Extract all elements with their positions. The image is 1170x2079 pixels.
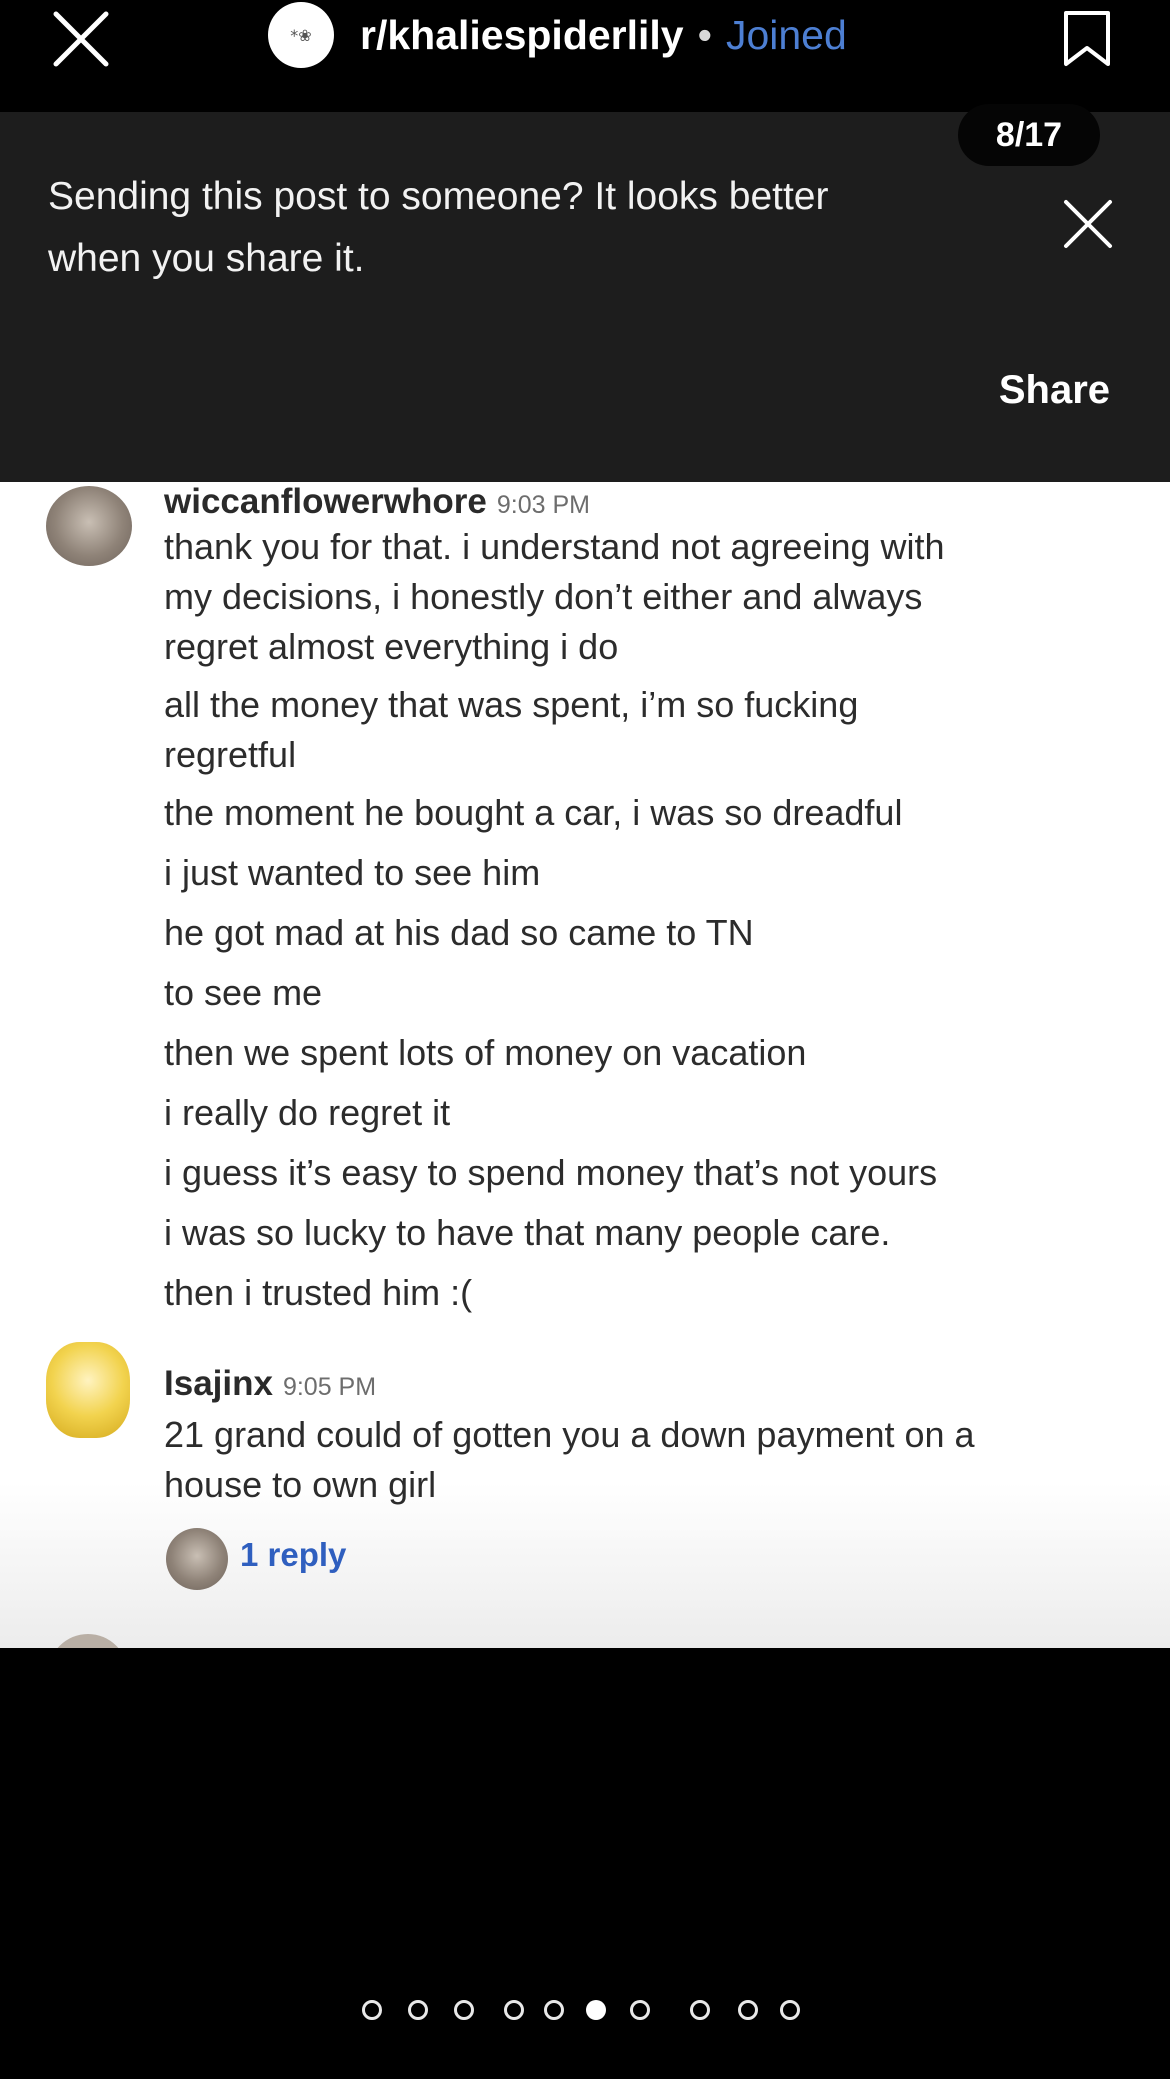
- avatar: [46, 1342, 130, 1438]
- comment-line: i really do regret it: [164, 1092, 451, 1133]
- image-counter: 8/17: [958, 104, 1100, 166]
- carousel-dot: [504, 2000, 524, 2020]
- carousel-indicator[interactable]: [0, 1994, 1170, 2024]
- comment-author: Isajinx 9:05 PM: [164, 1364, 376, 1404]
- comment-line: house to own girl: [164, 1464, 437, 1505]
- comment-username: wiccanflowerwhore: [164, 482, 487, 521]
- joined-status[interactable]: Joined: [726, 12, 847, 59]
- comment-line: thank you for that. i understand not agr…: [164, 526, 945, 567]
- subreddit-avatar[interactable]: *❀: [268, 2, 334, 68]
- comment-line: then we spent lots of money on vacation: [164, 1032, 807, 1073]
- subreddit-name[interactable]: r/khaliespiderlily: [360, 12, 684, 59]
- comment-line: the moment he bought a car, i was so dre…: [164, 792, 903, 833]
- comment-timestamp: 9:03 PM: [496, 491, 590, 519]
- avatar: [166, 1528, 228, 1590]
- comment-line: then i trusted him :(: [164, 1272, 473, 1313]
- comment-line: 21 grand could of gotten you a down paym…: [164, 1414, 975, 1455]
- comment-username: Isajinx: [164, 1364, 273, 1403]
- subreddit-avatar-glyphs: *❀: [290, 25, 312, 45]
- carousel-dot-active: [586, 2000, 606, 2020]
- dismiss-banner-icon[interactable]: [1060, 196, 1116, 252]
- carousel-dot: [362, 2000, 382, 2020]
- comment-line: my decisions, i honestly don’t either an…: [164, 576, 923, 617]
- close-icon[interactable]: [50, 8, 112, 70]
- comment-line: all the money that was spent, i’m so fuc…: [164, 684, 859, 725]
- post-image: wiccanflowerwhore 9:03 PM thank you for t…: [0, 482, 1170, 1648]
- carousel-dot: [738, 2000, 758, 2020]
- separator-dot: •: [697, 11, 712, 58]
- comment-line: i was so lucky to have that many people …: [164, 1212, 891, 1253]
- share-banner-message: Sending this post to someone? It looks b…: [48, 175, 829, 280]
- bookmark-icon[interactable]: [1062, 10, 1112, 68]
- avatar: [46, 486, 132, 566]
- comment-line: i guess it’s easy to spend money that’s …: [164, 1152, 938, 1193]
- carousel-dot: [780, 2000, 800, 2020]
- view-replies-link: 1 reply: [240, 1536, 347, 1573]
- subreddit-header[interactable]: *❀ r/khaliespiderlily • Joined: [268, 2, 847, 68]
- comment-line: regretful: [164, 734, 297, 775]
- comment-line: regret almost everything i do: [164, 626, 619, 667]
- share-button[interactable]: Share: [960, 362, 1110, 418]
- carousel-dot: [690, 2000, 710, 2020]
- comment-line: he got mad at his dad so came to TN: [164, 912, 754, 953]
- carousel-dot: [408, 2000, 428, 2020]
- comment-timestamp: 9:05 PM: [282, 1373, 377, 1401]
- comment-line: to see me: [164, 972, 323, 1013]
- carousel-dot: [544, 2000, 564, 2020]
- comment-author: wiccanflowerwhore 9:03 PM: [164, 482, 590, 522]
- comment-line: i just wanted to see him: [164, 852, 541, 893]
- carousel-dot: [630, 2000, 650, 2020]
- carousel-dot: [454, 2000, 474, 2020]
- top-bar: *❀ r/khaliespiderlily • Joined: [0, 0, 1170, 112]
